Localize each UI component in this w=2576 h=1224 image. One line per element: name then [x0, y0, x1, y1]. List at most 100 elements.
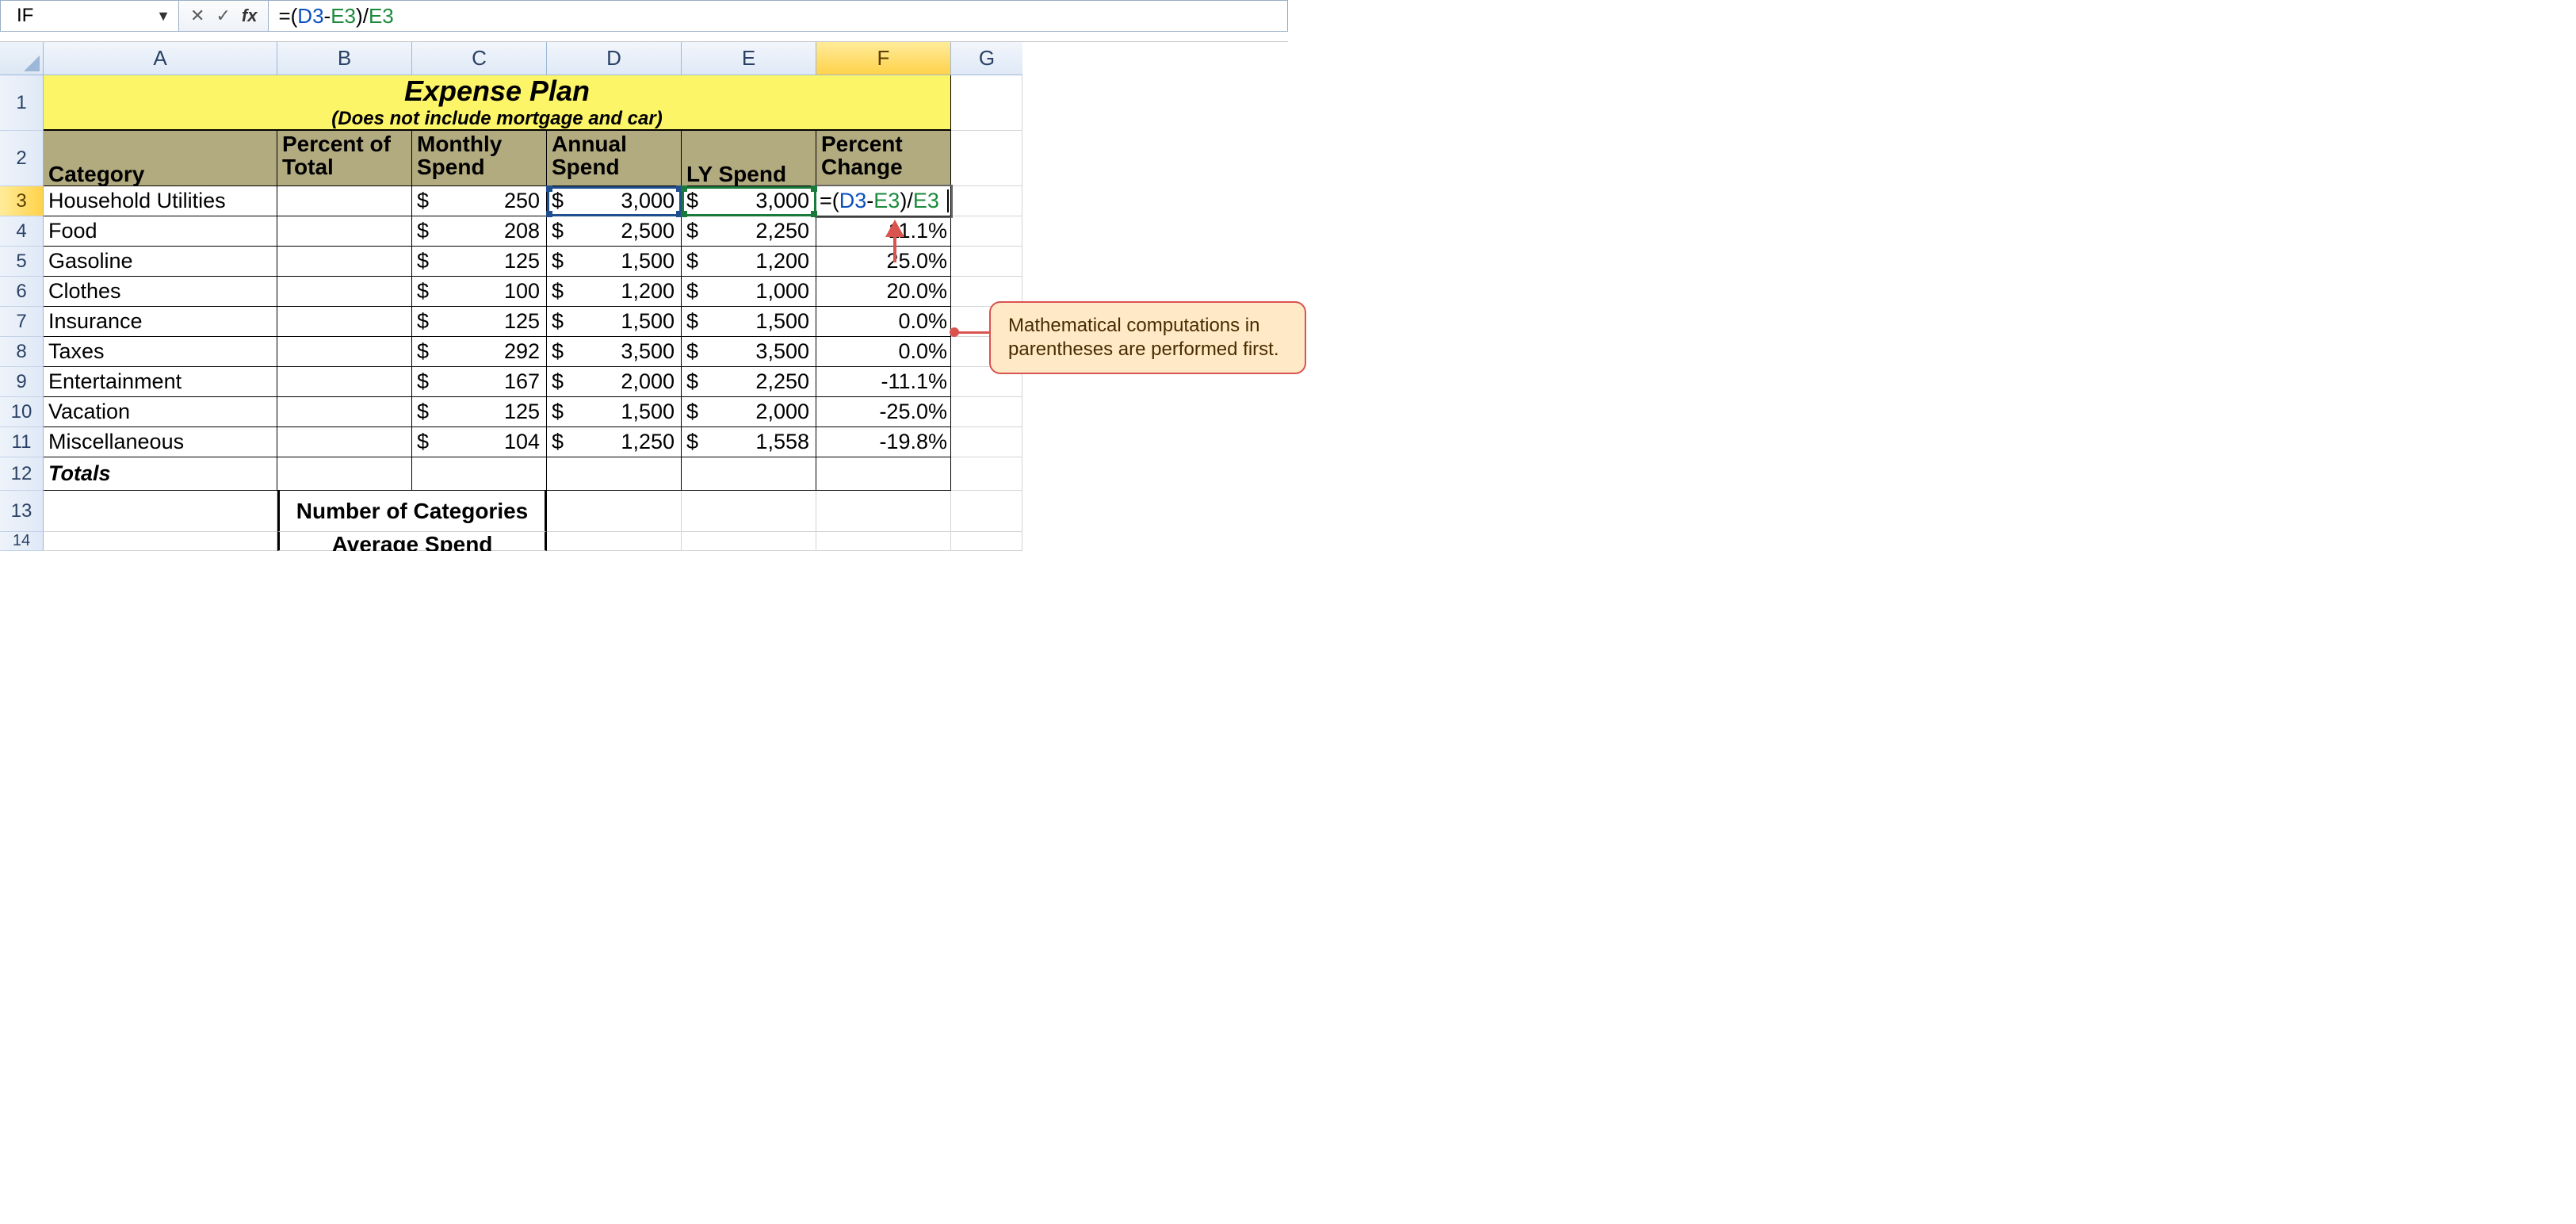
row-header-1[interactable]: 1: [0, 75, 44, 131]
cell-E10[interactable]: $2,000: [682, 397, 816, 427]
cell-D8[interactable]: $3,500: [547, 337, 682, 367]
cell-G1[interactable]: [951, 75, 1022, 131]
cell-D3[interactable]: $3,000: [547, 186, 682, 216]
row-header-7[interactable]: 7: [0, 307, 44, 337]
cell-C7[interactable]: $125: [412, 307, 547, 337]
cell-G2[interactable]: [951, 131, 1022, 186]
cell-F12[interactable]: [816, 457, 951, 491]
cell-F7[interactable]: 0.0%: [816, 307, 951, 337]
row-header-14[interactable]: 14: [0, 532, 44, 551]
cell-F3[interactable]: =(D3-E3)/E3: [816, 186, 951, 216]
cell-F9[interactable]: -11.1%: [816, 367, 951, 397]
cell-B12[interactable]: [277, 457, 412, 491]
row-header-9[interactable]: 9: [0, 367, 44, 397]
name-box-dropdown-icon[interactable]: ▼: [156, 8, 170, 25]
select-all-corner[interactable]: [0, 42, 44, 75]
cell-E9[interactable]: $2,250: [682, 367, 816, 397]
cell-E4[interactable]: $2,250: [682, 216, 816, 247]
cell-A4[interactable]: Food: [44, 216, 277, 247]
header-percent-total[interactable]: Percent of Total: [277, 131, 412, 186]
cell-D12[interactable]: [547, 457, 682, 491]
col-header-F[interactable]: F: [816, 42, 951, 75]
cell-E13[interactable]: [682, 491, 816, 532]
header-ly-spend[interactable]: LY Spend: [682, 131, 816, 186]
cell-C8[interactable]: $292: [412, 337, 547, 367]
row-header-6[interactable]: 6: [0, 277, 44, 307]
cell-A5[interactable]: Gasoline: [44, 247, 277, 277]
col-header-C[interactable]: C: [412, 42, 547, 75]
cell-E12[interactable]: [682, 457, 816, 491]
col-header-G[interactable]: G: [951, 42, 1022, 75]
cell-C12[interactable]: [412, 457, 547, 491]
cell-D13[interactable]: [547, 491, 682, 532]
cell-B6[interactable]: [277, 277, 412, 307]
cell-D14[interactable]: [547, 532, 682, 551]
cell-G4[interactable]: [951, 216, 1022, 247]
cell-D5[interactable]: $1,500: [547, 247, 682, 277]
name-box[interactable]: IF ▼: [1, 1, 179, 31]
footer-num-categories[interactable]: Number of Categories: [277, 491, 547, 532]
row-header-3[interactable]: 3: [0, 186, 44, 216]
cell-F8[interactable]: 0.0%: [816, 337, 951, 367]
cell-A10[interactable]: Vacation: [44, 397, 277, 427]
cell-E6[interactable]: $1,000: [682, 277, 816, 307]
title-cell[interactable]: Expense Plan (Does not include mortgage …: [44, 75, 951, 131]
cell-D4[interactable]: $2,500: [547, 216, 682, 247]
cell-A6[interactable]: Clothes: [44, 277, 277, 307]
cell-B10[interactable]: [277, 397, 412, 427]
cell-B3[interactable]: [277, 186, 412, 216]
cell-B5[interactable]: [277, 247, 412, 277]
cell-C10[interactable]: $125: [412, 397, 547, 427]
cell-B4[interactable]: [277, 216, 412, 247]
cell-G12[interactable]: [951, 457, 1022, 491]
cell-F13[interactable]: [816, 491, 951, 532]
row-header-4[interactable]: 4: [0, 216, 44, 247]
cell-F6[interactable]: 20.0%: [816, 277, 951, 307]
row-header-13[interactable]: 13: [0, 491, 44, 532]
cell-E14[interactable]: [682, 532, 816, 551]
cell-B9[interactable]: [277, 367, 412, 397]
cell-C6[interactable]: $100: [412, 277, 547, 307]
header-annual-spend[interactable]: Annual Spend: [547, 131, 682, 186]
fx-icon[interactable]: fx: [242, 7, 258, 25]
cell-E8[interactable]: $3,500: [682, 337, 816, 367]
cancel-icon[interactable]: ✕: [190, 7, 204, 25]
cell-B7[interactable]: [277, 307, 412, 337]
header-category[interactable]: Category: [44, 131, 277, 186]
cell-C4[interactable]: $208: [412, 216, 547, 247]
cell-G3[interactable]: [951, 186, 1022, 216]
enter-icon[interactable]: ✓: [216, 7, 230, 25]
cell-G11[interactable]: [951, 427, 1022, 457]
worksheet[interactable]: A B C D E F G 1 Expense Plan (Does not i…: [0, 41, 1288, 551]
cell-F11[interactable]: -19.8%: [816, 427, 951, 457]
cell-D6[interactable]: $1,200: [547, 277, 682, 307]
cell-A13[interactable]: [44, 491, 277, 532]
col-header-A[interactable]: A: [44, 42, 277, 75]
cell-E7[interactable]: $1,500: [682, 307, 816, 337]
cell-C5[interactable]: $125: [412, 247, 547, 277]
cell-C11[interactable]: $104: [412, 427, 547, 457]
cell-B11[interactable]: [277, 427, 412, 457]
row-header-10[interactable]: 10: [0, 397, 44, 427]
cell-G10[interactable]: [951, 397, 1022, 427]
col-header-B[interactable]: B: [277, 42, 412, 75]
col-header-D[interactable]: D: [547, 42, 682, 75]
cell-D11[interactable]: $1,250: [547, 427, 682, 457]
cell-C3[interactable]: $250: [412, 186, 547, 216]
cell-F5[interactable]: 25.0%: [816, 247, 951, 277]
row-header-8[interactable]: 8: [0, 337, 44, 367]
cell-G5[interactable]: [951, 247, 1022, 277]
cell-B8[interactable]: [277, 337, 412, 367]
cell-A11[interactable]: Miscellaneous: [44, 427, 277, 457]
cell-E5[interactable]: $1,200: [682, 247, 816, 277]
cell-D9[interactable]: $2,000: [547, 367, 682, 397]
cell-E3[interactable]: $3,000: [682, 186, 816, 216]
cell-F10[interactable]: -25.0%: [816, 397, 951, 427]
cell-D10[interactable]: $1,500: [547, 397, 682, 427]
cell-F14[interactable]: [816, 532, 951, 551]
formula-input[interactable]: =(D3-E3)/E3: [269, 1, 1287, 31]
row-header-5[interactable]: 5: [0, 247, 44, 277]
cell-A14[interactable]: [44, 532, 277, 551]
row-header-11[interactable]: 11: [0, 427, 44, 457]
footer-average-spend[interactable]: Average Spend: [277, 532, 547, 551]
